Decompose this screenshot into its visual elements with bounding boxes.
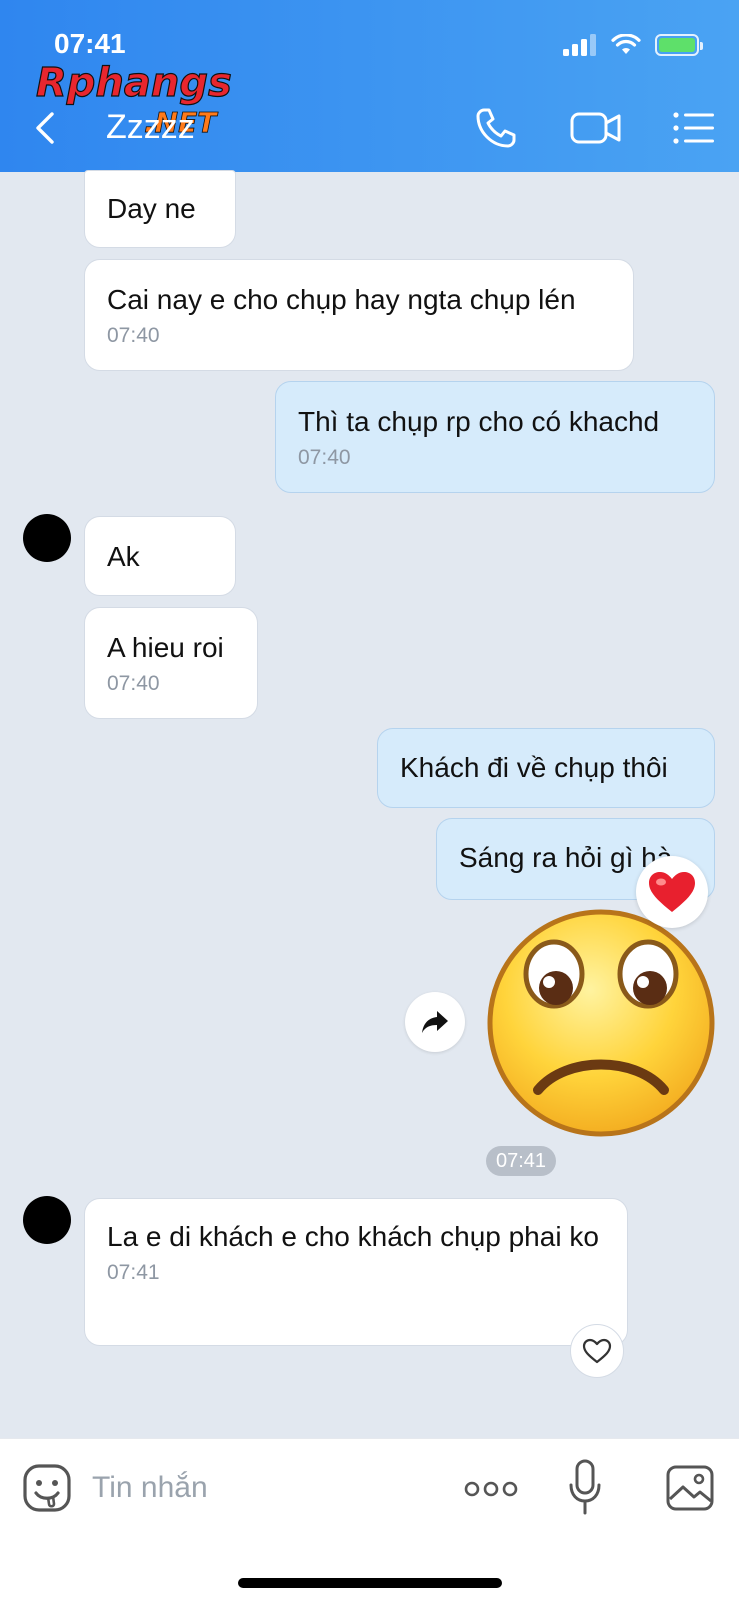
svg-text:Rphangs: Rphangs [36,60,232,106]
contact-avatar[interactable] [23,514,71,562]
forward-button[interactable] [405,992,465,1052]
message-bubble[interactable]: Cai nay e cho chụp hay ngta chụp lén 07:… [84,259,634,371]
message-time: 07:40 [107,324,160,347]
message-time: 07:41 [107,1261,160,1284]
message-text: Day ne [107,193,196,224]
message-bubble[interactable]: Ak [84,516,236,596]
message-text: Cai nay e cho chụp hay ngta chụp lén [107,284,576,315]
signal-icon [563,34,596,56]
status-icons [563,32,703,58]
battery-icon [655,34,703,56]
message-bubble[interactable]: La e di khách e cho khách chụp phai ko 0… [84,1198,628,1346]
wifi-icon [611,34,641,54]
back-button[interactable] [28,108,64,148]
status-time: 07:41 [54,28,126,59]
time-divider: 07:41 [486,1146,556,1176]
home-indicator[interactable] [238,1578,502,1588]
message-time: 07:40 [298,446,351,469]
message-input[interactable] [92,1465,432,1511]
heart-outline-icon [582,1338,612,1364]
sad-face-sticker[interactable] [486,908,716,1138]
message-text: Ak [107,541,140,572]
message-text: La e di khách e cho khách chụp phai ko [107,1221,599,1252]
video-call-button[interactable] [570,106,622,150]
emoji-sticker-button[interactable] [22,1463,72,1513]
heart-icon [649,872,695,912]
chat-menu-button[interactable] [672,106,716,150]
message-text: Thì ta chụp rp cho có khachd [298,406,660,437]
microphone-button[interactable] [568,1459,602,1517]
message-composer [0,1438,739,1600]
contact-avatar[interactable] [23,1196,71,1244]
like-button[interactable] [570,1324,624,1378]
my-message-bubble[interactable]: Khách đi về chụp thôi [377,728,715,808]
voice-call-button[interactable] [474,106,522,150]
message-bubble[interactable]: A hieu roi 07:40 [84,607,258,719]
my-message-bubble[interactable]: Thì ta chụp rp cho có khachd 07:40 [275,381,715,493]
message-text: Khách đi về chụp thôi [400,752,668,783]
image-picker-button[interactable] [666,1465,714,1511]
more-options-button[interactable] [464,1477,518,1501]
message-text: A hieu roi [107,632,224,663]
heart-reaction[interactable] [636,856,708,928]
chat-header: 07:41 Rphangs .NET Zzzzz [0,0,739,172]
chat-title[interactable]: Zzzzz [106,108,195,147]
message-time: 07:40 [107,672,160,695]
forward-icon [422,1011,448,1033]
message-bubble[interactable]: Day ne [84,170,236,248]
